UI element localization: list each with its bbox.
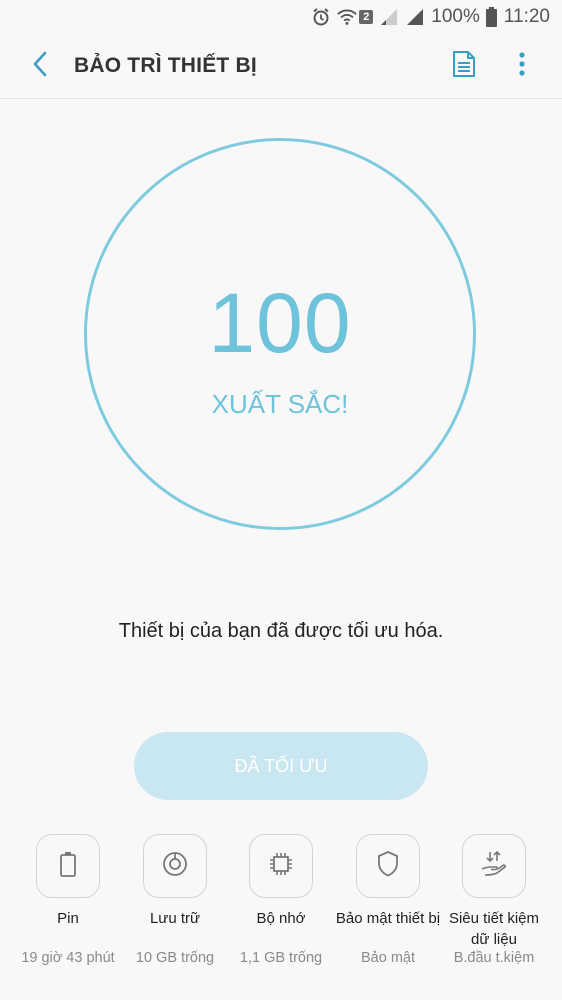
- wifi-icon: [337, 7, 357, 27]
- report-button[interactable]: [444, 46, 484, 86]
- status-message: Thiết bị của bạn đã được tối ưu hóa.: [118, 620, 444, 642]
- feature-sub: Bảo mật: [361, 950, 415, 966]
- more-options-button[interactable]: [502, 46, 542, 86]
- score-value: 100: [208, 276, 352, 370]
- feature-icon-box: [462, 834, 526, 898]
- feature-label: Pin: [57, 910, 79, 927]
- feature-label: Bảo mật thiết bị: [335, 910, 441, 927]
- back-arrow-icon: [32, 51, 48, 82]
- memory-chip-icon: [267, 850, 295, 883]
- feature-sub: 19 giờ 43 phút: [21, 950, 115, 966]
- feature-icon-box: [356, 834, 420, 898]
- feature-sub: 10 GB trống: [135, 950, 215, 966]
- signal-full-icon: [405, 7, 425, 27]
- optimize-button[interactable]: ĐÃ TỐI ƯU: [134, 732, 428, 800]
- alarm-clock-icon: [311, 7, 331, 27]
- battery-status-icon: [486, 7, 498, 27]
- feature-row: Pin 19 giờ 43 phút Lưu trữ 10 GB trống B…: [0, 834, 562, 1000]
- score-circle: 100 XUẤT SẮC!: [84, 138, 476, 530]
- feature-icon-box: [36, 834, 100, 898]
- feature-icon-box: [143, 834, 207, 898]
- feature-icon-box: [249, 834, 313, 898]
- battery-icon: [59, 851, 77, 882]
- document-icon: [452, 50, 476, 83]
- feature-storage[interactable]: Lưu trữ 10 GB trống: [119, 834, 231, 966]
- shield-icon: [376, 850, 400, 883]
- feature-sub: 1,1 GB trống: [239, 950, 323, 966]
- feature-data-saver[interactable]: Siêu tiết kiệm dữ liệu B.đầu t.kiệm: [438, 834, 550, 966]
- feature-label: Lưu trữ: [149, 910, 201, 927]
- feature-sub: B.đầu t.kiệm: [453, 950, 535, 966]
- back-button[interactable]: [22, 48, 58, 84]
- status-bar: 2 100% 11:20: [0, 0, 562, 34]
- data-saver-icon: [479, 849, 509, 884]
- signal-weak-icon: [379, 7, 399, 27]
- feature-label-line2: dữ liệu: [471, 931, 517, 948]
- storage-icon: [161, 850, 189, 883]
- battery-percent: 100%: [431, 6, 480, 27]
- sim-badge: 2: [359, 10, 374, 24]
- feature-memory[interactable]: Bộ nhớ 1,1 GB trống: [225, 834, 337, 966]
- more-vertical-icon: [518, 51, 526, 82]
- feature-battery[interactable]: Pin 19 giờ 43 phút: [12, 834, 124, 966]
- feature-label: Siêu tiết kiệm dữ liệu: [449, 908, 539, 950]
- feature-label-line1: Siêu tiết kiệm: [448, 910, 540, 927]
- score-label: XUẤT SẮC!: [211, 389, 349, 419]
- feature-security[interactable]: Bảo mật thiết bị Bảo mật: [332, 834, 444, 966]
- app-bar: BẢO TRÌ THIẾT BỊ: [0, 34, 562, 99]
- feature-label: Bộ nhớ: [256, 910, 306, 927]
- clock-time: 11:20: [503, 6, 550, 27]
- page-title: BẢO TRÌ THIẾT BỊ: [74, 54, 257, 77]
